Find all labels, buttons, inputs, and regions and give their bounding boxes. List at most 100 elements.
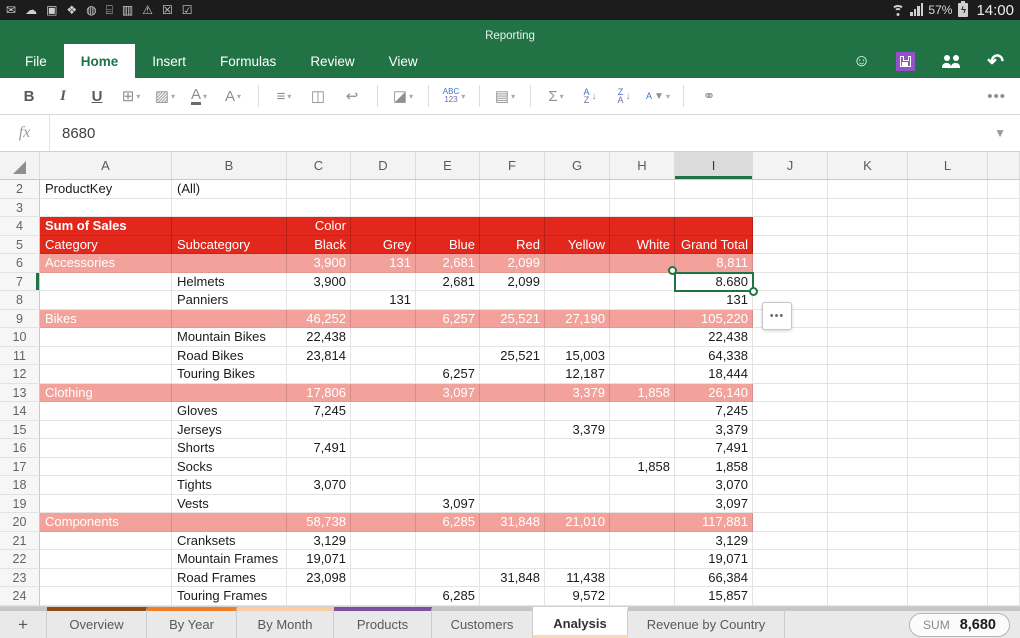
fx-icon[interactable]: fx [0, 115, 50, 151]
row-header-23[interactable]: 23 [0, 569, 40, 588]
cell-I13[interactable]: 26,140 [675, 384, 753, 403]
cell-B18[interactable]: Tights [172, 476, 287, 495]
cell-A4[interactable]: Sum of Sales [40, 217, 172, 236]
feedback-smiley-icon[interactable]: ☺ [853, 51, 870, 71]
share-people-icon[interactable] [941, 54, 961, 68]
cell-E7[interactable]: 2,681 [416, 273, 480, 292]
row-header-19[interactable]: 19 [0, 495, 40, 514]
cell-B17[interactable]: Socks [172, 458, 287, 477]
cell-C16[interactable]: 7,491 [287, 439, 351, 458]
cell-I20[interactable]: 117,881 [675, 513, 753, 532]
cell-G24[interactable]: 9,572 [545, 587, 610, 606]
cell-F23[interactable]: 31,848 [480, 569, 545, 588]
sort-ascending-button[interactable]: AZ↓ [575, 81, 605, 111]
cell-C22[interactable]: 19,071 [287, 550, 351, 569]
cell-H5[interactable]: White [610, 236, 675, 255]
cell-C11[interactable]: 23,814 [287, 347, 351, 366]
cell-context-menu-button[interactable]: ••• [762, 302, 792, 330]
insert-delete-cells-button[interactable]: ▤▾ [490, 81, 520, 111]
sheet-tab-analysis[interactable]: Analysis [533, 607, 628, 638]
cell-A20[interactable]: Components [40, 513, 172, 532]
ribbon-tab-formulas[interactable]: Formulas [203, 44, 293, 78]
sheet-tab-products[interactable]: Products [334, 607, 432, 638]
ribbon-tab-review[interactable]: Review [293, 44, 371, 78]
column-header-A[interactable]: A [40, 152, 172, 179]
selection-handle-bottom-right[interactable] [749, 287, 758, 296]
sheet-tab-overview[interactable]: Overview [47, 607, 147, 638]
cell-D5[interactable]: Grey [351, 236, 416, 255]
cell-I22[interactable]: 19,071 [675, 550, 753, 569]
cell-B10[interactable]: Mountain Bikes [172, 328, 287, 347]
cell-B23[interactable]: Road Frames [172, 569, 287, 588]
cell-C13[interactable]: 17,806 [287, 384, 351, 403]
cell-G23[interactable]: 11,438 [545, 569, 610, 588]
cell-B14[interactable]: Gloves [172, 402, 287, 421]
select-all-button[interactable] [0, 152, 40, 179]
row-header-20[interactable]: 20 [0, 513, 40, 532]
row-header-11[interactable]: 11 [0, 347, 40, 366]
cell-B22[interactable]: Mountain Frames [172, 550, 287, 569]
cell-C5[interactable]: Black [287, 236, 351, 255]
cell-I18[interactable]: 3,070 [675, 476, 753, 495]
cell-G15[interactable]: 3,379 [545, 421, 610, 440]
cell-E19[interactable]: 3,097 [416, 495, 480, 514]
row-header-8[interactable]: 8 [0, 291, 40, 310]
cell-B15[interactable]: Jerseys [172, 421, 287, 440]
autosum-button[interactable]: Σ▾ [541, 81, 571, 111]
cell-F9[interactable]: 25,521 [480, 310, 545, 329]
cell-B5[interactable]: Subcategory [172, 236, 287, 255]
cell-E12[interactable]: 6,257 [416, 365, 480, 384]
cell-A13[interactable]: Clothing [40, 384, 172, 403]
cell-E6[interactable]: 2,681 [416, 254, 480, 273]
row-header-2[interactable]: 2 [0, 180, 40, 199]
formula-input[interactable]: 8680 [50, 125, 994, 142]
fill-color-button[interactable]: ▨▾ [150, 81, 180, 111]
column-header-D[interactable]: D [351, 152, 416, 179]
cell-C10[interactable]: 22,438 [287, 328, 351, 347]
row-header-9[interactable]: 9 [0, 310, 40, 329]
row-header-17[interactable]: 17 [0, 458, 40, 477]
cell-B11[interactable]: Road Bikes [172, 347, 287, 366]
cell-D6[interactable]: 131 [351, 254, 416, 273]
toolbar-more-button[interactable]: ••• [987, 88, 1006, 105]
cell-I24[interactable]: 15,857 [675, 587, 753, 606]
cell-C23[interactable]: 23,098 [287, 569, 351, 588]
cell-G13[interactable]: 3,379 [545, 384, 610, 403]
cell-I21[interactable]: 3,129 [675, 532, 753, 551]
cell-F5[interactable]: Red [480, 236, 545, 255]
cell-I15[interactable]: 3,379 [675, 421, 753, 440]
cell-B7[interactable]: Helmets [172, 273, 287, 292]
cell-C20[interactable]: 58,738 [287, 513, 351, 532]
row-header-13[interactable]: 13 [0, 384, 40, 403]
cell-I5[interactable]: Grand Total [675, 236, 753, 255]
cell-B12[interactable]: Touring Bikes [172, 365, 287, 384]
ribbon-tab-home[interactable]: Home [64, 44, 136, 78]
sum-status-pill[interactable]: SUM8,680 [909, 613, 1010, 637]
cell-style-button[interactable]: ◪▾ [388, 81, 418, 111]
cell-B19[interactable]: Vests [172, 495, 287, 514]
cell-I16[interactable]: 7,491 [675, 439, 753, 458]
selection-handle-top-left[interactable] [668, 266, 677, 275]
cell-B2[interactable]: (All) [172, 180, 287, 199]
cell-B16[interactable]: Shorts [172, 439, 287, 458]
cell-I10[interactable]: 22,438 [675, 328, 753, 347]
bold-button[interactable]: B [14, 81, 44, 111]
row-header-12[interactable]: 12 [0, 365, 40, 384]
ribbon-tab-view[interactable]: View [372, 44, 435, 78]
column-header-B[interactable]: B [172, 152, 287, 179]
selected-cell-outline[interactable] [674, 272, 754, 293]
sheet-tab-revenue-by-country[interactable]: Revenue by Country [628, 607, 785, 638]
cell-F20[interactable]: 31,848 [480, 513, 545, 532]
cell-C6[interactable]: 3,900 [287, 254, 351, 273]
cell-F11[interactable]: 25,521 [480, 347, 545, 366]
find-button[interactable]: ⚭ [694, 81, 724, 111]
cell-I6[interactable]: 8,811 [675, 254, 753, 273]
sort-descending-button[interactable]: ZA↓ [609, 81, 639, 111]
cell-I17[interactable]: 1,858 [675, 458, 753, 477]
column-header-L[interactable]: L [908, 152, 988, 179]
cell-G20[interactable]: 21,010 [545, 513, 610, 532]
cell-I19[interactable]: 3,097 [675, 495, 753, 514]
column-header-I[interactable]: I [675, 152, 753, 179]
row-header-6[interactable]: 6 [0, 254, 40, 273]
cell-C14[interactable]: 7,245 [287, 402, 351, 421]
